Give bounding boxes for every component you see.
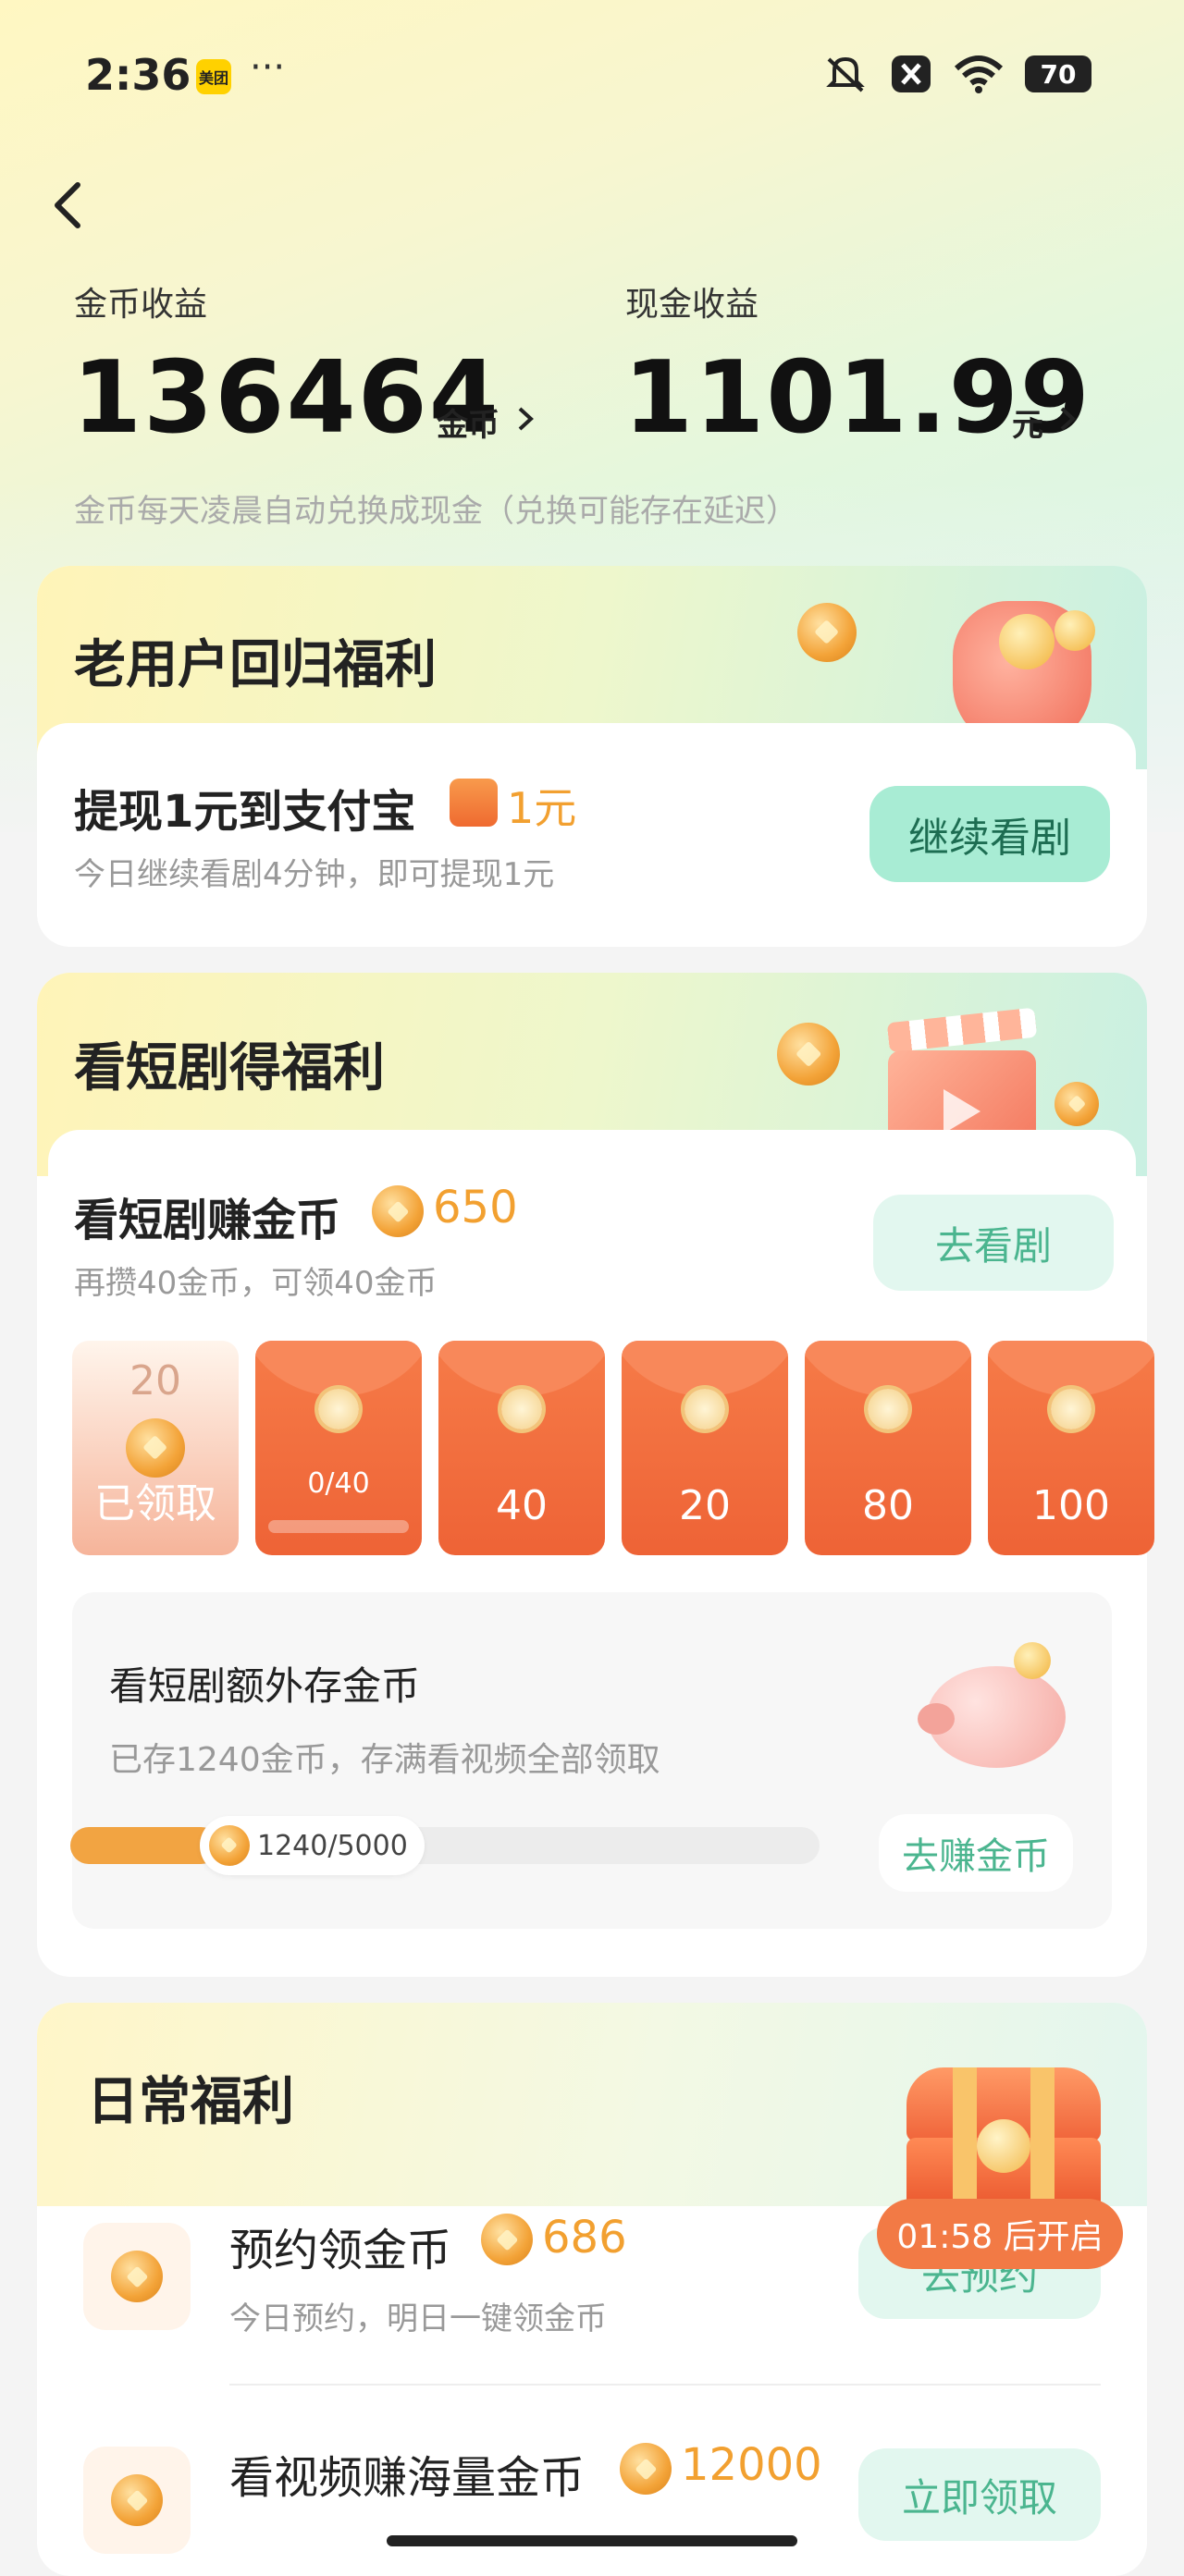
coin-icon (126, 1418, 185, 1478)
envelope-seal-icon (1051, 1389, 1092, 1429)
divider (229, 2384, 1101, 2386)
claim-now-button[interactable]: 立即领取 (858, 2448, 1101, 2541)
home-indicator[interactable] (387, 2535, 797, 2546)
item-title: 预约领金币 (229, 2225, 452, 2276)
reward-envelope[interactable]: 100 (988, 1341, 1154, 1555)
treasure-chest-icon[interactable] (897, 2058, 1110, 2215)
coin-icon (481, 2214, 533, 2265)
envelope-label: 100 (1032, 1482, 1110, 1529)
envelope-label: 已领取 (94, 1480, 216, 1527)
coin-earnings-label: 金币收益 (74, 286, 208, 324)
task-coins: 650 (433, 1182, 518, 1233)
exchange-note: 金币每天凌晨自动兑换成现金（兑换可能存在延迟） (74, 493, 797, 530)
floating-coin-decoration (797, 603, 857, 662)
status-time: 2:36 (85, 50, 191, 100)
coin-icon (372, 1185, 424, 1237)
savings-description: 已存1240金币，存满看视频全部领取 (109, 1741, 660, 1779)
item-description: 今日预约，明日一键领金币 (229, 2300, 607, 2337)
coin-unit[interactable]: 金币 (437, 399, 500, 445)
returning-user-card: 老用户回归福利 提现1元到支付宝 1元 今日继续看剧4分钟，即可提现1元 继续看… (37, 566, 1147, 947)
earn-coins-button[interactable]: 去赚金币 (879, 1814, 1073, 1892)
floating-coin-decoration (777, 1023, 840, 1086)
meituan-app-icon: 美团 (196, 59, 231, 94)
status-icons: 70 (821, 54, 1092, 94)
card-title: 日常福利 (87, 2072, 294, 2132)
envelope-label: 20 (679, 1482, 731, 1529)
reward-envelope[interactable]: 80 (805, 1341, 971, 1555)
envelope-label: 40 (496, 1482, 548, 1529)
status-bar: 2:36 美团 ··· 70 (0, 39, 1184, 113)
envelope-flap (988, 1341, 1154, 1396)
cash-unit[interactable]: 元 (1012, 399, 1043, 445)
envelope-label: 80 (862, 1482, 914, 1529)
envelope-seal-icon (501, 1389, 542, 1429)
chest-timer-badge: 01:58 后开启 (877, 2199, 1123, 2269)
reward-envelope[interactable]: 20 已领取 (72, 1341, 239, 1555)
more-notifications-icon: ··· (250, 46, 286, 89)
envelope-flap (622, 1341, 788, 1396)
savings-title: 看短剧额外存金币 (109, 1663, 421, 1709)
chevron-right-icon[interactable] (1056, 403, 1079, 435)
progress-fill (70, 1827, 219, 1864)
task-description: 今日继续看剧4分钟，即可提现1元 (74, 856, 555, 893)
red-envelope-icon (450, 779, 498, 827)
card-title: 看短剧得福利 (74, 1038, 385, 1098)
coin-icon (209, 1825, 250, 1866)
envelope-flap (805, 1341, 971, 1396)
battery-indicator: 70 (1025, 55, 1092, 92)
envelope-flap (438, 1341, 605, 1396)
envelope-seal-icon (318, 1389, 359, 1429)
item-coins: 686 (542, 2212, 627, 2263)
task-title: 提现1元到支付宝 (74, 786, 416, 838)
task-title: 看短剧赚金币 (74, 1195, 341, 1246)
task-description: 再攒40金币，可领40金币 (74, 1265, 438, 1302)
floating-coin-decoration (1054, 1082, 1099, 1126)
envelope-progress (268, 1520, 409, 1533)
task-reward: 1元 (507, 783, 577, 833)
continue-watching-button[interactable]: 继续看剧 (870, 786, 1110, 882)
item-coins: 12000 (681, 2439, 822, 2491)
envelope-amount: 20 (130, 1357, 181, 1405)
piggy-bank-icon (918, 1638, 1084, 1777)
item-title: 看视频赚海量金币 (229, 2452, 586, 2504)
reward-envelope[interactable]: 40 (438, 1341, 605, 1555)
coin-icon (620, 2443, 672, 2495)
progress-tag: 1240/5000 (200, 1816, 425, 1875)
mute-icon (826, 56, 865, 92)
close-notification-icon (892, 55, 931, 92)
envelope-flap (255, 1341, 422, 1396)
reward-envelope[interactable]: 20 (622, 1341, 788, 1555)
progress-text: 1240/5000 (257, 1829, 408, 1862)
card-title: 老用户回归福利 (74, 635, 437, 695)
chevron-right-icon[interactable] (514, 403, 536, 435)
envelope-seal-icon (684, 1389, 725, 1429)
reward-envelope[interactable]: 0/40 (255, 1341, 422, 1555)
extra-savings-panel: 看短剧额外存金币 已存1240金币，存满看视频全部领取 去赚金币 (72, 1592, 1112, 1929)
calendar-coin-icon (83, 2223, 191, 2330)
wifi-icon (954, 55, 1004, 93)
go-watch-button[interactable]: 去看剧 (873, 1195, 1114, 1291)
back-arrow-icon[interactable] (43, 178, 98, 233)
envelope-seal-icon (868, 1389, 908, 1429)
video-coin-icon (83, 2447, 191, 2554)
withdraw-task: 提现1元到支付宝 1元 今日继续看剧4分钟，即可提现1元 继续看剧 (37, 723, 1136, 947)
savings-progress-bar: 1240/5000 (70, 1816, 820, 1875)
cash-earnings-label: 现金收益 (625, 286, 759, 324)
envelope-label: 0/40 (307, 1467, 370, 1500)
